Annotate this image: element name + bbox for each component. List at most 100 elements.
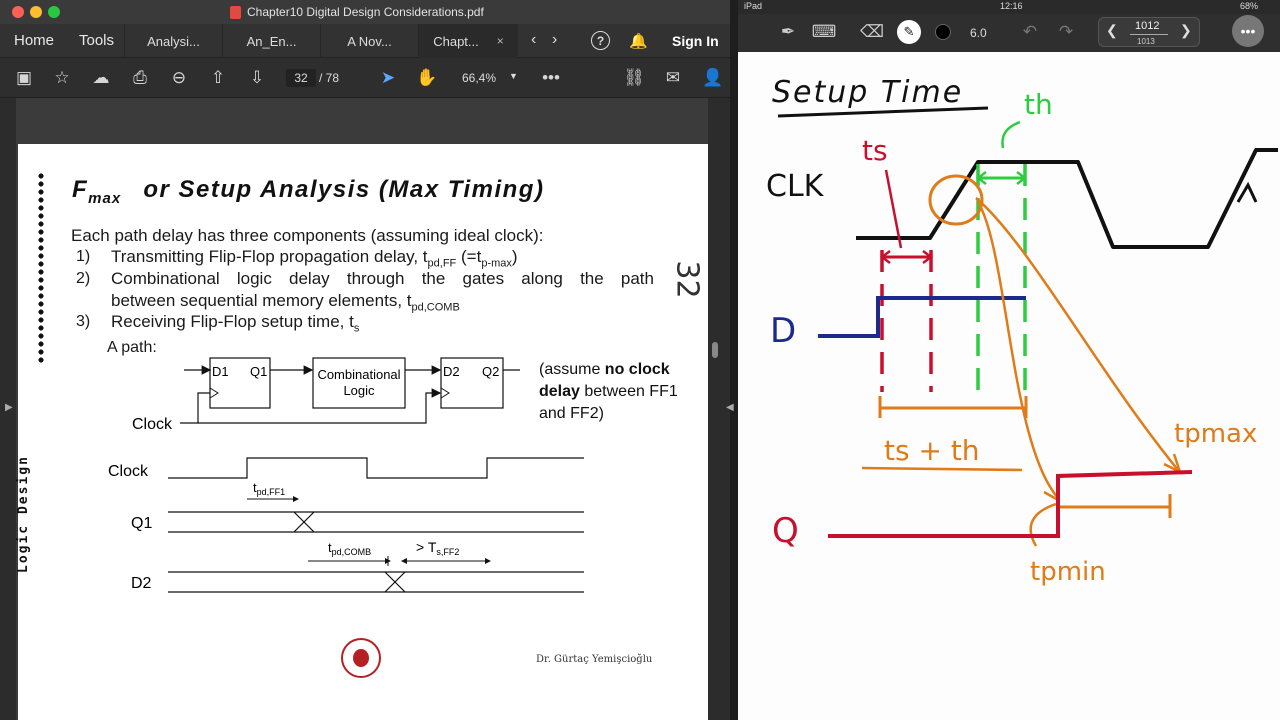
assume-bold: delay bbox=[539, 383, 580, 400]
ts-label: ts bbox=[862, 134, 888, 167]
item-number: 2) bbox=[76, 270, 91, 287]
item-number: 3) bbox=[76, 313, 91, 330]
timing-d2-label: D2 bbox=[131, 575, 152, 592]
help-icon[interactable]: ? bbox=[591, 31, 610, 50]
next-page-icon[interactable]: ⇩ bbox=[246, 67, 268, 89]
zoom-search-icon[interactable]: ⊖ bbox=[168, 67, 190, 89]
handwritten-page-number: 32 bbox=[669, 260, 705, 299]
item-text: (=t bbox=[456, 247, 482, 266]
ff1-d-label: D1 bbox=[212, 364, 229, 379]
tab-label: An_En... bbox=[246, 33, 297, 49]
hand-tool-icon[interactable]: ✋ bbox=[416, 67, 438, 89]
item-number: 1) bbox=[76, 248, 91, 265]
device-label: iPad bbox=[744, 1, 763, 11]
window-title-text: Chapter10 Digital Design Considerations.… bbox=[247, 5, 484, 19]
email-icon[interactable]: ✉ bbox=[662, 67, 684, 89]
side-label: Logic Design bbox=[16, 455, 31, 573]
assumption-note: (assume no clock delay between FF1 and F… bbox=[539, 359, 705, 425]
list-item: Transmitting Flip-Flop propagation delay… bbox=[111, 247, 518, 269]
ink-color-swatch[interactable] bbox=[935, 24, 951, 40]
minimize-window-button[interactable] bbox=[30, 6, 42, 18]
vertical-scrollbar[interactable] bbox=[712, 342, 718, 358]
previous-page-icon[interactable]: ⇧ bbox=[207, 67, 229, 89]
prev-note-page-icon[interactable]: ❮ bbox=[1106, 22, 1118, 39]
more-menu-icon[interactable]: ••• bbox=[1232, 15, 1264, 47]
tab-scroll-left-icon[interactable]: ‹ bbox=[531, 31, 536, 49]
clock-waveform bbox=[168, 457, 584, 479]
close-window-button[interactable] bbox=[12, 6, 24, 18]
ff2-d-label: D2 bbox=[443, 364, 460, 379]
bookmark-star-icon[interactable]: ☆ bbox=[51, 67, 73, 89]
window-titlebar: Chapter10 Digital Design Considerations.… bbox=[0, 0, 730, 24]
th-label: th bbox=[1024, 88, 1053, 121]
tab-scroll-right-icon[interactable]: › bbox=[552, 31, 557, 49]
document-tab-active[interactable]: Chapt... × bbox=[418, 24, 518, 58]
page-count: / 78 bbox=[319, 71, 340, 85]
document-tab[interactable]: Analysi... bbox=[124, 24, 222, 58]
tab-label: Analysi... bbox=[147, 33, 200, 49]
title-f: F bbox=[72, 176, 89, 203]
ff2-q-label: Q2 bbox=[482, 364, 499, 379]
item-text: ) bbox=[511, 247, 518, 266]
close-tab-icon[interactable]: × bbox=[497, 34, 504, 48]
pdf-file-icon bbox=[230, 5, 241, 19]
item-text: between sequential memory elements, t bbox=[111, 291, 412, 310]
battery-level: 68% bbox=[1240, 1, 1259, 11]
tpmin-label: tpmin bbox=[1030, 557, 1106, 587]
notes-heading: Setup Time bbox=[772, 75, 963, 110]
zoom-dropdown-icon[interactable]: ▼ bbox=[509, 71, 518, 81]
document-tab[interactable]: A Nov... bbox=[320, 24, 418, 58]
list-item: Receiving Flip-Flop setup time, ts bbox=[111, 312, 359, 334]
print-icon[interactable]: ⎙ bbox=[129, 67, 151, 89]
q-label: Q bbox=[772, 511, 799, 551]
clock-label: Clock bbox=[132, 416, 173, 433]
eraser-icon[interactable]: ⌫ bbox=[860, 20, 884, 44]
note-page-total: 1013 bbox=[1137, 37, 1155, 46]
zoom-window-button[interactable] bbox=[48, 6, 60, 18]
author-credit: Dr. Gürtaç Yemişcioğlu bbox=[536, 654, 653, 665]
page-number-input[interactable]: 32 bbox=[286, 69, 316, 87]
undo-icon[interactable]: ↶ bbox=[1018, 20, 1042, 44]
tpd-ff1-sub: pd,FF1 bbox=[257, 487, 286, 497]
timing-q1-label: Q1 bbox=[131, 515, 152, 532]
item-text: Transmitting Flip-Flop propagation delay… bbox=[111, 247, 428, 266]
decorative-dot-column bbox=[38, 172, 44, 364]
tab-label: A Nov... bbox=[347, 33, 392, 49]
add-user-icon[interactable]: 👤 bbox=[702, 67, 724, 89]
sign-in-button[interactable]: Sign In bbox=[672, 33, 719, 49]
upload-cloud-icon[interactable]: ☁ bbox=[90, 67, 112, 89]
next-note-page-icon[interactable]: ❯ bbox=[1180, 22, 1192, 39]
tpd-comb-sub: pd,COMB bbox=[332, 547, 372, 557]
university-logo bbox=[341, 638, 381, 678]
comb-label-line1: Combinational bbox=[317, 367, 400, 382]
expand-left-panel-icon[interactable]: ▶ bbox=[5, 402, 13, 413]
d-label: D bbox=[770, 311, 796, 351]
ts-ff2-sub: s,FF2 bbox=[436, 547, 459, 557]
title-rest: or Setup Analysis (Max Timing) bbox=[143, 176, 545, 203]
save-icon[interactable]: ▣ bbox=[13, 67, 35, 89]
link-icon[interactable]: ⛓ bbox=[623, 67, 645, 89]
tab-bar: Home Tools Analysi... An_En... A Nov... … bbox=[0, 24, 730, 58]
select-cursor-icon[interactable]: ➤ bbox=[377, 67, 399, 89]
ts-th-label: ts + th bbox=[884, 434, 980, 467]
home-link[interactable]: Home bbox=[14, 32, 54, 49]
stroke-size-value[interactable]: 6.0 bbox=[970, 26, 987, 40]
redo-icon[interactable]: ↷ bbox=[1054, 20, 1078, 44]
d-waveform bbox=[818, 296, 1026, 338]
selected-pen-icon[interactable]: ✎ bbox=[897, 20, 921, 44]
toolbox-icon[interactable]: ⌨ bbox=[812, 20, 837, 44]
svg-text:tpd,COMB: tpd,COMB bbox=[328, 540, 371, 557]
tab-label: Chapt... bbox=[433, 33, 479, 49]
zoom-level[interactable]: 66,4% bbox=[462, 71, 496, 85]
expand-right-panel-icon[interactable]: ◀ bbox=[726, 402, 734, 413]
item-sub: p-max bbox=[481, 257, 512, 270]
note-page-current: 1012 bbox=[1135, 20, 1160, 32]
notification-bell-icon[interactable]: 🔔 bbox=[629, 32, 648, 50]
q-waveform bbox=[828, 470, 1193, 538]
more-options-icon[interactable]: ••• bbox=[540, 67, 562, 89]
tools-link[interactable]: Tools bbox=[79, 32, 114, 49]
svg-text:tpd,FF1: tpd,FF1 bbox=[253, 480, 285, 497]
pen-nib-icon[interactable]: ✒ bbox=[776, 20, 800, 44]
list-item-continued: between sequential memory elements, tpd,… bbox=[111, 291, 460, 313]
document-tab[interactable]: An_En... bbox=[222, 24, 320, 58]
